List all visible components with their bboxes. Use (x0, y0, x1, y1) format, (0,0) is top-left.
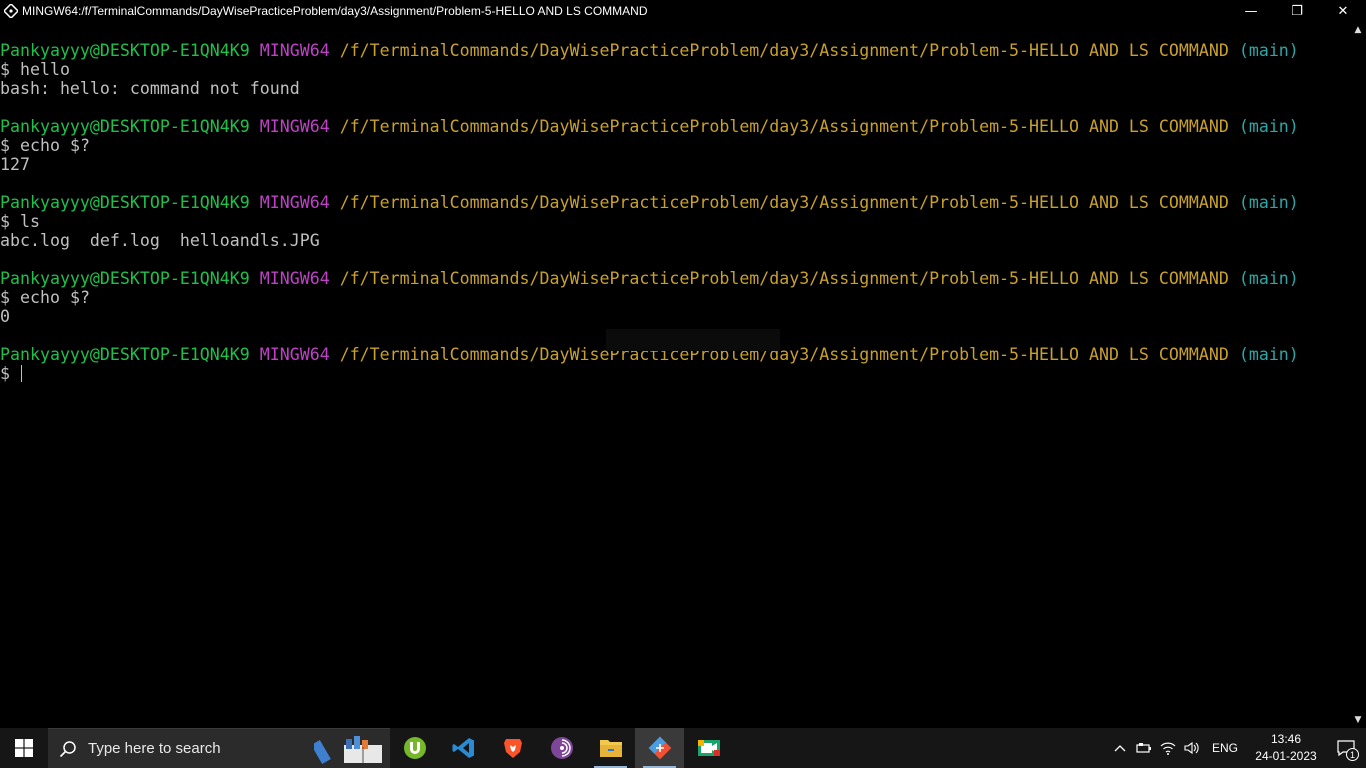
taskbar-utorrent[interactable] (390, 728, 439, 768)
prompt-user-host: Pankyayyy@DESKTOP-E1QN4K9 (0, 345, 250, 364)
prompt-symbol: $ (0, 288, 10, 307)
command-output: 127 (0, 155, 30, 174)
prompt-system: MINGW64 (259, 345, 330, 364)
vscode-icon (452, 738, 474, 758)
command-output: bash: hello: command not found (0, 79, 300, 98)
clock-date: 24-01-2023 (1255, 749, 1317, 763)
prompt-system: MINGW64 (259, 117, 330, 136)
command-output: 0 (0, 307, 10, 326)
clock[interactable]: 13:46 24-01-2023 (1246, 731, 1326, 765)
prompt-line: Pankyayyy@DESKTOP-E1QN4K9 MINGW64 /f/Ter… (0, 117, 1350, 136)
prompt-user-host: Pankyayyy@DESKTOP-E1QN4K9 (0, 193, 250, 212)
prompt-branch: (main) (1238, 345, 1299, 364)
restore-button[interactable]: ❐ (1274, 0, 1320, 22)
command-line: $ echo $? (0, 288, 1350, 307)
prompt-symbol: $ (0, 364, 10, 383)
search-icon (48, 740, 88, 758)
taskbar: Type here to search ENG 13:46 24-01-2023… (0, 728, 1366, 768)
command-text: ls (20, 212, 40, 231)
notification-count-badge: 1 (1346, 748, 1359, 761)
taskbar-zoom-meeting[interactable] (684, 728, 733, 768)
taskbar-brave[interactable] (488, 728, 537, 768)
prompt-user-host: Pankyayyy@DESKTOP-E1QN4K9 (0, 117, 250, 136)
prompt-symbol: $ (0, 212, 10, 231)
command-line: $ ls (0, 212, 1350, 231)
taskbar-vscode[interactable] (439, 728, 488, 768)
command-line: $ hello (0, 60, 1350, 79)
notification-center-button[interactable]: 1 (1326, 728, 1366, 768)
system-tray: ENG 13:46 24-01-2023 1 (1108, 728, 1366, 768)
prompt-symbol: $ (0, 136, 10, 155)
prompt-branch: (main) (1238, 193, 1299, 212)
prompt-path: /f/TerminalCommands/DayWisePracticeProbl… (339, 41, 1229, 60)
prompt-line: Pankyayyy@DESKTOP-E1QN4K9 MINGW64 /f/Ter… (0, 269, 1350, 288)
prompt-line: Pankyayyy@DESKTOP-E1QN4K9 MINGW64 /f/Ter… (0, 193, 1350, 212)
window-title: MINGW64:/f/TerminalCommands/DayWisePract… (22, 4, 648, 18)
prompt-path: /f/TerminalCommands/DayWisePracticeProbl… (339, 269, 1229, 288)
command-text: hello (20, 60, 70, 79)
wifi-icon[interactable] (1156, 728, 1180, 768)
minimize-button[interactable]: — (1228, 0, 1274, 22)
title-bar: MINGW64:/f/TerminalCommands/DayWisePract… (0, 0, 1366, 22)
chevron-up-icon[interactable] (1108, 728, 1132, 768)
zoom-meeting-icon (697, 740, 720, 756)
prompt-system: MINGW64 (259, 193, 330, 212)
prompt-user-host: Pankyayyy@DESKTOP-E1QN4K9 (0, 269, 250, 288)
battery-icon[interactable] (1132, 728, 1156, 768)
taskbar-git-bash[interactable] (635, 728, 684, 768)
prompt-symbol: $ (0, 60, 10, 79)
prompt-path: /f/TerminalCommands/DayWisePracticeProbl… (339, 193, 1229, 212)
window-controls: — ❐ ✕ (1228, 0, 1366, 22)
windows-logo-icon (15, 739, 33, 757)
command-output: abc.log def.log helloandls.JPG (0, 231, 320, 250)
scroll-up-arrow-icon[interactable]: ▲ (1350, 22, 1366, 38)
taskbar-search-box[interactable]: Type here to search (48, 728, 390, 768)
prompt-path: /f/TerminalCommands/DayWisePracticeProbl… (339, 345, 1229, 364)
prompt-branch: (main) (1238, 117, 1299, 136)
command-text: echo $? (20, 136, 90, 155)
tor-browser-icon (550, 737, 573, 759)
file-explorer-icon (599, 740, 622, 757)
command-text: echo $? (20, 288, 90, 307)
git-bash-app-icon[interactable] (0, 0, 22, 22)
search-highlight-illustration-icon (314, 736, 382, 765)
taskbar-file-explorer[interactable] (586, 728, 635, 768)
prompt-user-host: Pankyayyy@DESKTOP-E1QN4K9 (0, 41, 250, 60)
prompt-system: MINGW64 (259, 41, 330, 60)
search-placeholder: Type here to search (88, 740, 221, 757)
prompt-line: Pankyayyy@DESKTOP-E1QN4K9 MINGW64 /f/Ter… (0, 41, 1350, 60)
prompt-system: MINGW64 (259, 269, 330, 288)
text-cursor (21, 365, 22, 382)
scroll-down-arrow-icon[interactable]: ▼ (1350, 712, 1366, 728)
close-button[interactable]: ✕ (1320, 0, 1366, 22)
vertical-scrollbar[interactable]: ▲ ▼ (1350, 22, 1366, 728)
prompt-path: /f/TerminalCommands/DayWisePracticeProbl… (339, 117, 1229, 136)
clock-time: 13:46 (1270, 732, 1302, 746)
input-language[interactable]: ENG (1204, 741, 1246, 755)
utorrent-icon (403, 737, 426, 759)
speaker-icon[interactable] (1180, 728, 1204, 768)
active-command-line[interactable]: $ (0, 364, 1350, 383)
terminal-output[interactable]: Pankyayyy@DESKTOP-E1QN4K9 MINGW64 /f/Ter… (0, 41, 1350, 726)
tooltip-ghost (606, 329, 780, 351)
command-line: $ echo $? (0, 136, 1350, 155)
start-button[interactable] (0, 728, 48, 768)
taskbar-tor-browser[interactable] (537, 728, 586, 768)
git-bash-icon (648, 736, 671, 760)
prompt-branch: (main) (1238, 41, 1299, 60)
brave-icon (503, 739, 522, 758)
prompt-branch: (main) (1238, 269, 1299, 288)
